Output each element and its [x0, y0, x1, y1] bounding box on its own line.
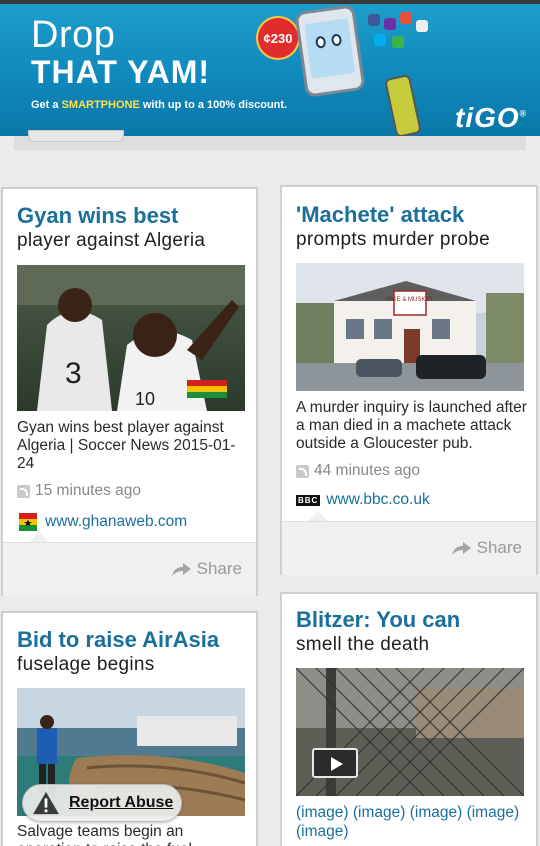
card-time: 15 minutes ago	[17, 482, 141, 500]
ad-tagline: Get a SMARTPHONE with up to a 100% disco…	[31, 99, 288, 111]
news-card-gyan[interactable]: Gyan wins best player against Algeria 3 …	[1, 187, 258, 596]
play-icon[interactable]	[312, 748, 358, 778]
feed-icon	[17, 484, 30, 498]
tigo-banner-ad[interactable]: Drop THAT YAM! Get a SMARTPHONE with up …	[0, 4, 540, 136]
card-title[interactable]: 'Machete' attack	[296, 202, 464, 228]
card-subtitle: prompts murder probe	[296, 229, 490, 250]
card-subtitle: fuselage begins	[17, 654, 155, 675]
share-bar: Share	[282, 521, 536, 575]
card-subtitle: smell the death	[296, 634, 430, 655]
warning-icon	[33, 791, 59, 815]
card-title[interactable]: Bid to raise AirAsia	[17, 627, 219, 653]
card-description: Gyan wins best player against Algeria | …	[17, 419, 236, 472]
share-bar: Share	[3, 542, 256, 596]
report-abuse-button[interactable]: Report Abuse	[22, 784, 182, 822]
tigo-logo: tiGO®	[455, 102, 528, 133]
card-description: Salvage teams begin an operation to rais…	[17, 823, 205, 846]
share-arrow-icon	[171, 563, 191, 576]
news-card-blitzer[interactable]: Blitzer: You can smell the death (image)…	[280, 592, 538, 846]
ad-underlay	[14, 130, 526, 150]
smartphone-mascot-icon	[294, 4, 366, 98]
ad-headline-2: THAT YAM!	[31, 54, 211, 90]
share-arrow-icon	[451, 542, 471, 555]
card-subtitle: player against Algeria	[17, 230, 206, 251]
report-abuse-label: Report Abuse	[69, 794, 174, 811]
card-source-link[interactable]: www.ghanaweb.com	[17, 511, 187, 533]
old-phone-mascot-icon	[384, 73, 422, 136]
image-link[interactable]: (image)	[467, 804, 520, 821]
news-card-machete[interactable]: 'Machete' attack prompts murder probe PI…	[280, 185, 538, 575]
image-link[interactable]: (image)	[296, 823, 349, 840]
bbc-logo-icon: BBC	[296, 494, 321, 506]
image-link[interactable]: (image)	[353, 804, 406, 821]
card-title[interactable]: Blitzer: You can	[296, 607, 460, 633]
share-button[interactable]: Share	[450, 538, 522, 558]
share-button[interactable]: Share	[170, 559, 242, 579]
ad-price-badge: ¢230	[258, 18, 298, 58]
pub-exterior-photo[interactable]: PIKE & MUSKET	[296, 263, 524, 391]
card-source-link[interactable]: BBC www.bbc.co.uk	[296, 491, 430, 509]
image-link[interactable]: (image)	[410, 804, 463, 821]
card-title[interactable]: Gyan wins best	[17, 203, 178, 229]
ghana-flag-icon	[19, 513, 37, 531]
video-thumbnail[interactable]	[296, 668, 524, 796]
ad-headline-1: Drop	[31, 14, 116, 56]
image-links: (image) (image) (image) (image) (image)	[296, 803, 528, 841]
app-icons-graphic	[360, 12, 430, 54]
feed-icon	[296, 464, 309, 478]
svg-text:3: 3	[65, 357, 82, 390]
card-description: A murder inquiry is launched after a man…	[296, 399, 527, 452]
card-time: 44 minutes ago	[296, 462, 420, 480]
image-link[interactable]: (image)	[296, 804, 349, 821]
football-players-photo[interactable]: 3 10	[17, 265, 245, 411]
svg-text:PIKE & MUSKET: PIKE & MUSKET	[387, 297, 433, 303]
svg-text:10: 10	[135, 389, 155, 409]
